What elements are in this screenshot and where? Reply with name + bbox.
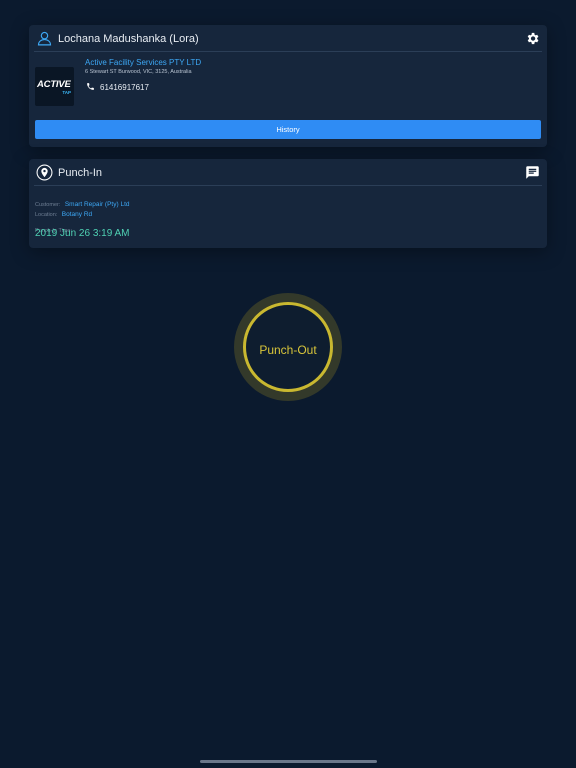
company-address: 6 Stewart ST Burwood, VIC, 3125, Austral… — [85, 69, 192, 75]
profile-header: Lochana Madushanka (Lora) — [34, 25, 542, 52]
logo-text: ACTIVE — [37, 79, 71, 90]
history-button[interactable]: History — [35, 120, 541, 139]
gear-icon[interactable] — [525, 31, 540, 46]
location-label: Location: — [35, 212, 58, 218]
punch-in-header: Punch-In — [34, 159, 542, 186]
punch-in-card: Punch-In Customer: Smart Repair (Pty) Lt… — [29, 159, 547, 248]
logo-subtext: TAP — [62, 90, 71, 95]
status-bar — [0, 0, 576, 14]
location-pin-icon — [36, 164, 53, 181]
punch-in-time-value: 2019 Jun 26 3:19 AM — [35, 228, 130, 239]
company-name[interactable]: Active Facility Services PTY LTD — [85, 58, 201, 67]
punch-out-ring: Punch-Out — [243, 302, 333, 392]
home-indicator[interactable] — [200, 760, 377, 763]
phone-number[interactable]: 61416917617 — [100, 83, 149, 92]
profile-card: Lochana Madushanka (Lora) ACTIVE TAP Act… — [29, 25, 547, 147]
phone-icon — [87, 83, 94, 90]
user-icon — [37, 31, 52, 46]
message-icon[interactable] — [525, 165, 540, 180]
company-logo: ACTIVE TAP — [35, 67, 74, 106]
location-value: Botany Rd — [61, 211, 93, 218]
user-name: Lochana Madushanka (Lora) — [58, 33, 199, 45]
punch-out-label: Punch-Out — [259, 343, 317, 357]
punch-out-button[interactable]: Punch-Out — [234, 293, 342, 401]
punch-in-title: Punch-In — [58, 167, 103, 179]
